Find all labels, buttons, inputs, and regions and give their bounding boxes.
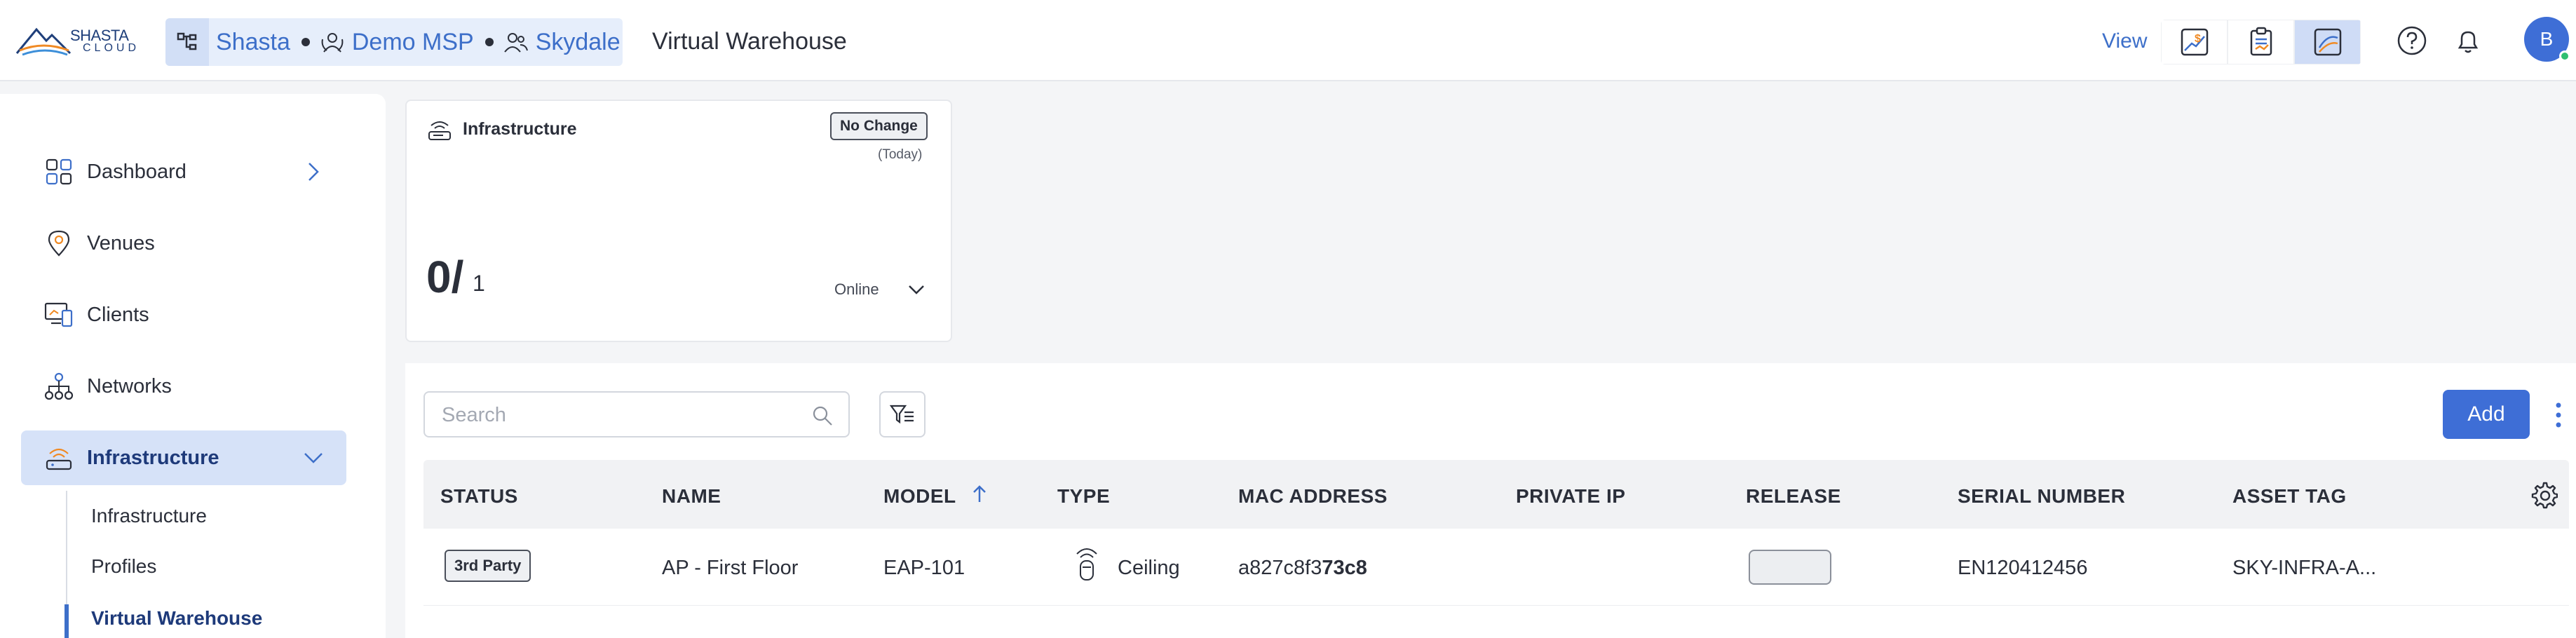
billing-view-button[interactable]: $: [2161, 20, 2228, 65]
sidebar-item-label: Venues: [87, 231, 155, 254]
breadcrumb-separator: [301, 38, 310, 46]
cell-mac-address: a827c8f373c8: [1238, 557, 1367, 580]
sidebar-item-networks[interactable]: Networks: [21, 359, 346, 414]
report-view-button[interactable]: [2228, 20, 2294, 65]
view-switcher: $: [2161, 20, 2361, 65]
breadcrumb: Shasta Demo MSP Skydale: [165, 18, 623, 66]
column-header-private-ip[interactable]: PRIVATE IP: [1516, 485, 1625, 508]
search-box: [423, 391, 850, 437]
logo-mountain-icon: [15, 27, 72, 56]
chevron-down-icon: [301, 446, 325, 470]
table-row[interactable]: 3rd Party AP - First Floor EAP-101 Ceili…: [423, 529, 2569, 606]
dashboard-icon: [41, 154, 77, 190]
status-badge: 3rd Party: [445, 550, 531, 582]
ceiling-ap-icon: [1073, 545, 1101, 582]
breadcrumb-shasta[interactable]: Shasta: [209, 29, 290, 56]
svg-text:$: $: [2195, 33, 2201, 45]
chevron-down-icon[interactable]: [904, 278, 928, 301]
change-period: (Today): [878, 147, 923, 162]
add-button[interactable]: Add: [2443, 390, 2530, 439]
sidebar-item-dashboard[interactable]: Dashboard: [21, 144, 346, 199]
filter-icon: [889, 405, 914, 424]
online-status-dot: [2559, 50, 2570, 62]
sidebar-item-clients[interactable]: Clients: [21, 287, 346, 342]
logo-text-cloud: CLOUD: [83, 42, 140, 54]
breadcrumb-skydale[interactable]: Skydale: [503, 29, 621, 56]
column-header-release[interactable]: RELEASE: [1746, 485, 1841, 508]
status-selector-label[interactable]: Online: [834, 280, 879, 299]
sidebar-item-label: Networks: [87, 374, 172, 398]
infrastructure-summary-card[interactable]: Infrastructure No Change (Today) 0/ 1 On…: [405, 100, 952, 342]
online-count: 0/: [426, 252, 464, 302]
page-title: Virtual Warehouse: [652, 28, 847, 55]
subnav-item-infrastructure[interactable]: Infrastructure: [91, 505, 207, 527]
column-header-model[interactable]: MODEL: [883, 485, 956, 508]
column-header-mac-address[interactable]: MAC ADDRESS: [1238, 485, 1388, 508]
column-header-type[interactable]: TYPE: [1057, 485, 1110, 508]
help-icon[interactable]: [2395, 24, 2429, 57]
avatar-initial: B: [2540, 28, 2554, 50]
column-header-serial-number[interactable]: SERIAL NUMBER: [1958, 485, 2125, 508]
filter-button[interactable]: [879, 391, 926, 437]
msp-icon: [321, 33, 344, 53]
cell-model: EAP-101: [883, 557, 965, 579]
total-count: 1: [473, 271, 485, 296]
org-chart-icon[interactable]: [165, 18, 209, 66]
column-header-status[interactable]: STATUS: [440, 485, 518, 508]
billing-view-icon: $: [2181, 28, 2208, 56]
breadcrumb-demo-msp-label: Demo MSP: [351, 28, 474, 55]
notification-bell-icon[interactable]: [2451, 24, 2485, 57]
access-point-icon: [426, 116, 453, 143]
top-bar: SHASTA CLOUD Shasta Demo MSP Skydale Vir…: [0, 0, 2576, 81]
network-tree-icon: [41, 368, 77, 405]
subnav-item-profiles[interactable]: Profiles: [91, 555, 156, 578]
sidebar-item-label: Clients: [87, 303, 149, 326]
access-point-icon: [41, 440, 77, 476]
cell-type: Ceiling: [1118, 557, 1180, 579]
breadcrumb-separator: [484, 38, 494, 46]
mac-prefix: a827c8f3: [1238, 557, 1322, 579]
search-input[interactable]: [442, 401, 806, 429]
view-label: View: [2102, 29, 2148, 53]
user-avatar[interactable]: B: [2524, 17, 2570, 62]
gear-icon[interactable]: [2530, 481, 2558, 509]
sort-ascending-icon[interactable]: [970, 484, 989, 505]
breadcrumb-shasta-label: Shasta: [216, 28, 290, 55]
report-view-icon: [2250, 27, 2272, 56]
column-header-name[interactable]: NAME: [662, 485, 721, 508]
card-title: Infrastructure: [463, 119, 577, 139]
devices-icon: [41, 297, 77, 333]
sidebar-item-infrastructure[interactable]: Infrastructure: [21, 430, 346, 485]
subnav-item-virtual-warehouse[interactable]: Virtual Warehouse: [91, 607, 262, 630]
mac-suffix: 73c8: [1322, 557, 1367, 579]
subnav-active-marker: [65, 604, 69, 638]
chevron-right-icon: [301, 160, 325, 184]
sidebar-item-venues[interactable]: Venues: [21, 216, 346, 271]
column-header-asset-tag[interactable]: ASSET TAG: [2232, 485, 2347, 508]
more-options-icon[interactable]: [2548, 395, 2569, 435]
breadcrumb-skydale-label: Skydale: [535, 28, 621, 55]
location-pin-icon: [41, 225, 77, 262]
breadcrumb-demo-msp[interactable]: Demo MSP: [320, 29, 474, 56]
sidebar: Dashboard Venues Clients Networks Infras…: [0, 94, 386, 638]
users-icon: [503, 33, 528, 53]
shasta-cloud-logo[interactable]: SHASTA CLOUD: [15, 20, 142, 62]
table-header: STATUS NAME MODEL TYPE MAC ADDRESS PRIVA…: [423, 460, 2569, 529]
cell-serial-number: EN120412456: [1958, 557, 2088, 579]
cell-asset-tag: SKY-INFRA-A...: [2232, 557, 2377, 579]
search-icon[interactable]: [811, 404, 834, 428]
sidebar-item-label: Infrastructure: [87, 446, 219, 469]
sidebar-item-label: Dashboard: [87, 160, 187, 183]
change-badge: No Change: [830, 112, 928, 140]
cell-name[interactable]: AP - First Floor: [662, 557, 798, 580]
network-view-icon: [2314, 28, 2341, 56]
device-table-panel: Add STATUS NAME MODEL TYPE MAC ADDRESS P…: [405, 363, 2576, 638]
network-view-button[interactable]: [2294, 20, 2361, 65]
release-pill[interactable]: [1749, 550, 1831, 585]
